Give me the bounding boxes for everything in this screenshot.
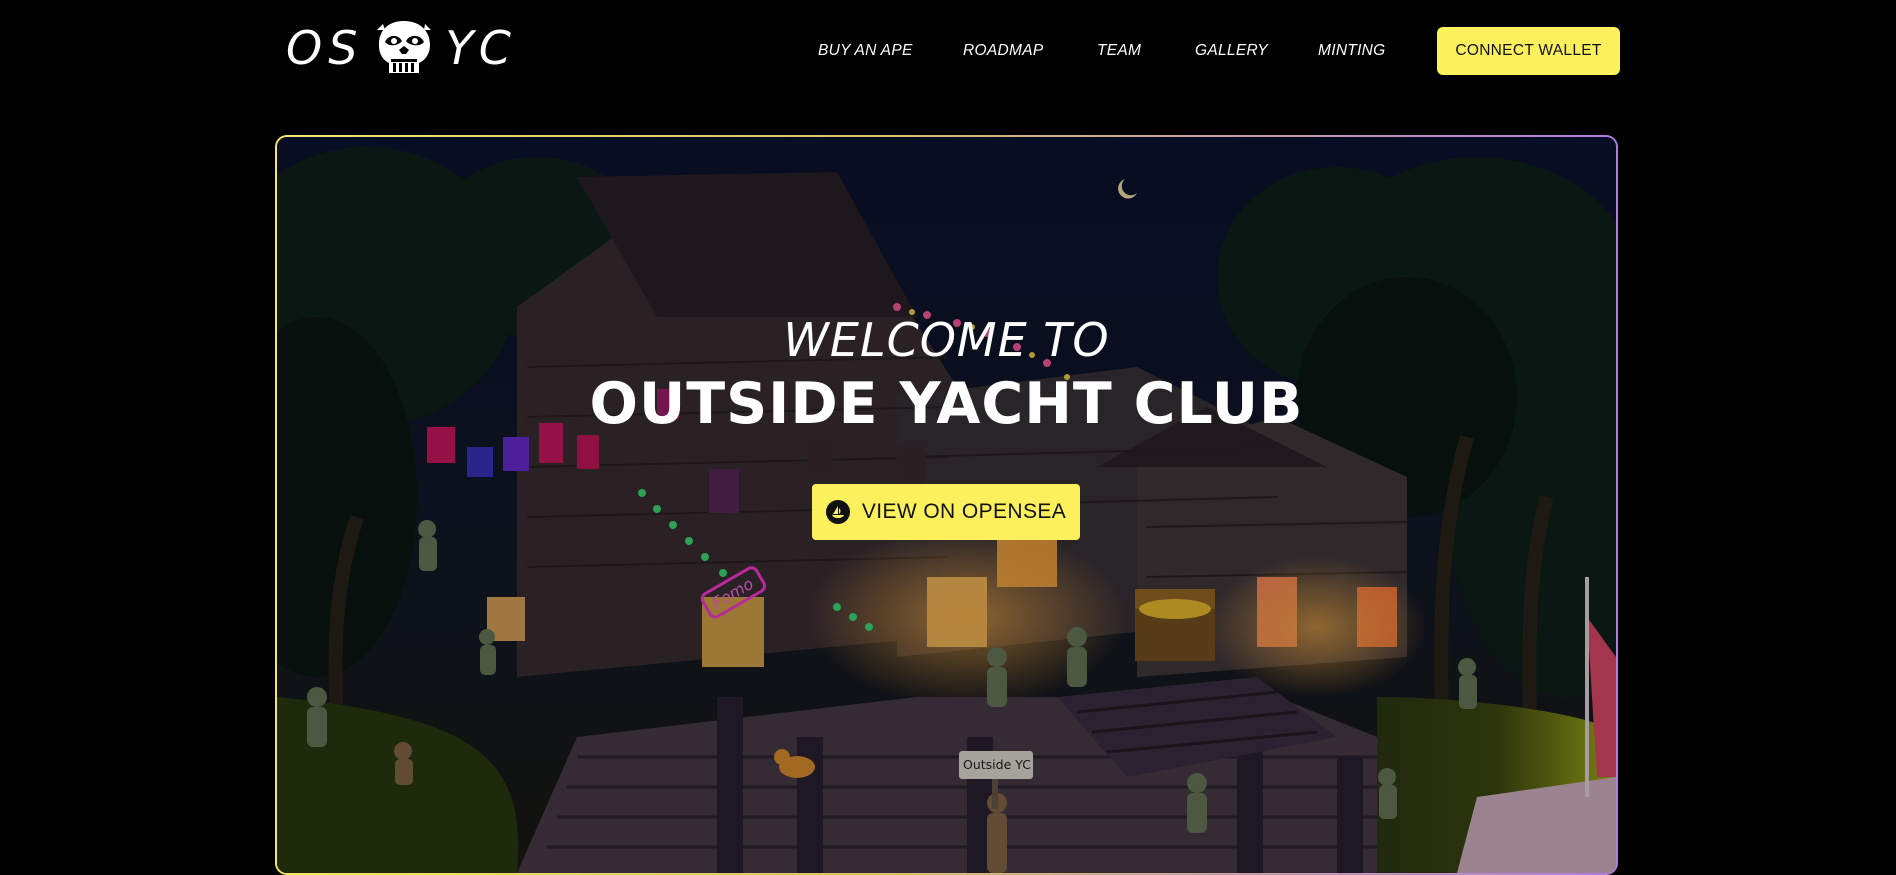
nav-gallery[interactable]: GALLERY [1195,42,1268,60]
hero-section: Fomo Outside YC WELCOME TO OUTSIDE YACHT… [275,135,1618,875]
nav-team[interactable]: TEAM [1097,42,1141,60]
hero-title: OUTSIDE YACHT CLUB [589,371,1304,437]
nav-roadmap[interactable]: ROADMAP [963,42,1043,60]
connect-wallet-button[interactable]: CONNECT WALLET [1437,27,1620,75]
hero-welcome-text: WELCOME TO [783,313,1110,367]
site-header: OS YC BUY AN APE ROADMAP TEAM GALLERY MI… [0,0,1896,104]
hero-frame: Fomo Outside YC WELCOME TO OUTSIDE YACHT… [277,137,1616,873]
nav-minting[interactable]: MINTING [1318,42,1386,60]
view-on-opensea-button[interactable]: VIEW ON OPENSEA [812,484,1080,540]
opensea-boat-icon [825,500,850,524]
view-on-opensea-label: VIEW ON OPENSEA [861,500,1067,523]
nav-buy-an-ape[interactable]: BUY AN APE [818,42,913,60]
